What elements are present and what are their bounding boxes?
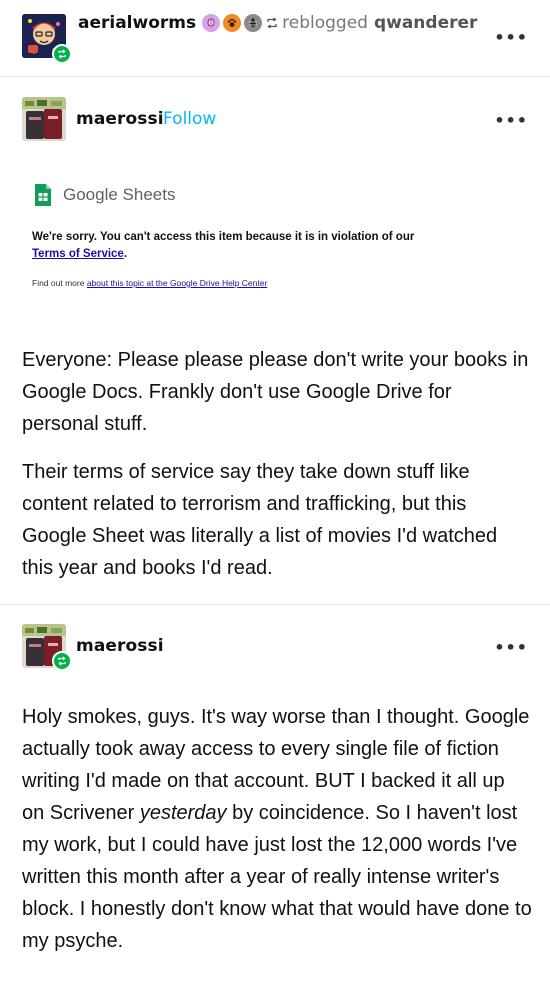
- source-username[interactable]: qwanderer: [374, 13, 477, 33]
- maerossi-avatar[interactable]: [22, 97, 66, 141]
- embedded-screenshot: Google Sheets We're sorry. You can't acc…: [22, 172, 522, 312]
- post-body: Everyone: Please please please don't wri…: [22, 344, 532, 584]
- divider: [0, 604, 550, 605]
- reblog-comment: Holy smokes, guys. It's way worse than I…: [22, 706, 532, 952]
- reblogged-text: reblogged: [282, 13, 368, 33]
- sheets-logo: Google Sheets: [34, 183, 175, 207]
- brain-badge-icon: [202, 14, 221, 32]
- error-message: We're sorry. You can't access this item …: [32, 231, 415, 260]
- bug-badge-icon: [244, 14, 263, 32]
- post-author-username[interactable]: maerossi: [76, 636, 164, 656]
- reblog-line: aerialworms reblogged qwanderer: [78, 13, 477, 33]
- divider: [0, 76, 550, 77]
- reblog-badge-icon: [52, 44, 72, 64]
- reblogger-username[interactable]: aerialworms: [78, 13, 196, 33]
- italic-word: yesterday: [139, 802, 227, 824]
- post-author-username[interactable]: maerossi: [76, 109, 164, 129]
- reblog-badge-icon: [52, 651, 72, 671]
- more-options-button[interactable]: •••: [494, 28, 528, 47]
- follow-button[interactable]: Follow: [163, 109, 216, 129]
- tos-link[interactable]: Terms of Service: [32, 248, 124, 260]
- post-paragraph: Everyone: Please please please don't wri…: [22, 349, 529, 435]
- sheets-brand: Google Sheets: [63, 185, 176, 204]
- sheets-icon: [34, 183, 52, 207]
- reblog-header: aerialworms reblogged qwanderer •••: [0, 0, 550, 76]
- paw-badge-icon: [223, 14, 242, 32]
- help-center-link[interactable]: about this topic at the Google Drive Hel…: [87, 278, 268, 288]
- more-options-button[interactable]: •••: [494, 111, 528, 130]
- post-paragraph: Their terms of service say they take dow…: [22, 461, 498, 579]
- reblogged-icon: [264, 15, 280, 31]
- find-out-more: Find out more about this topic at the Go…: [32, 278, 268, 288]
- more-options-button[interactable]: •••: [494, 638, 528, 657]
